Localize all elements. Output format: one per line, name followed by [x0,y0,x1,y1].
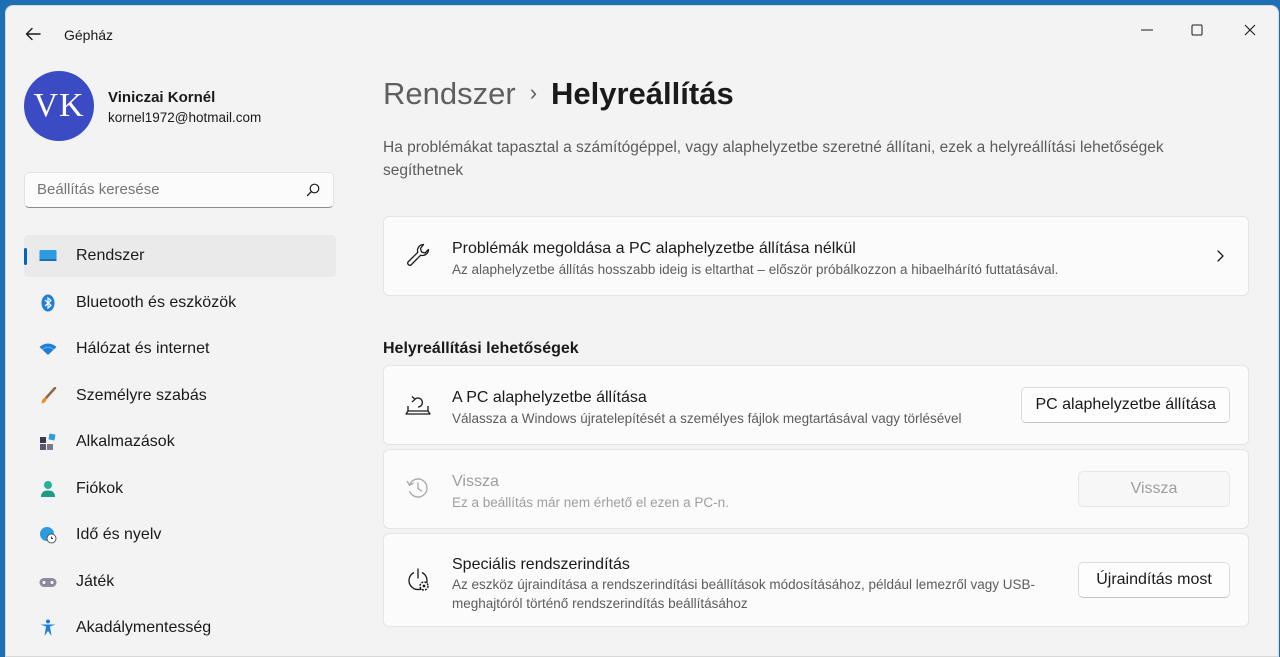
chevron-right-icon [1217,250,1224,262]
reset-pc-title: A PC alaphelyzetbe állítása [452,389,647,406]
sidebar-item-personalization[interactable]: Személyre szabás [24,375,336,417]
go-back-title: Vissza [452,473,499,490]
title-bar: Gépház [6,6,1278,62]
sidebar-item-system[interactable]: Rendszer [24,235,336,277]
sidebar-item-label: Bluetooth és eszközök [76,293,237,311]
accessibility-icon [40,619,56,636]
go-back-description: Ez a beállítás már nem érhető el ezen a … [452,495,729,510]
app-title: Gépház [64,27,114,43]
advanced-startup-description-line1: Az eszköz újraindítása a rendszerindítás… [452,577,1036,592]
sidebar-item-label: Alkalmazások [76,433,175,450]
search-icon[interactable] [305,182,321,198]
advanced-startup-card: Speciális rendszerindítás Az eszköz újra… [383,533,1249,627]
globe-clock-icon [40,527,57,544]
page-description: Ha problémákat tapasztal a számítógéppel… [383,139,1164,179]
sidebar-item-time-language[interactable]: Idő és nyelv [24,514,336,556]
go-back-card: Vissza Ez a beállítás már nem érhető el … [383,449,1249,529]
maximize-button[interactable] [1185,18,1209,42]
wifi-icon [39,343,57,355]
breadcrumb: Rendszer › Helyreállítás [383,76,734,112]
sidebar-item-accessibility[interactable]: Akadálymentesség [24,607,336,649]
sidebar-item-label: Játék [76,572,115,590]
user-email: kornel1972@hotmail.com [108,110,262,125]
sidebar-item-label: Fiókok [76,479,124,497]
sidebar-item-label: Személyre szabás [76,386,207,404]
reset-pc-icon [405,396,431,415]
sidebar-item-apps[interactable]: Alkalmazások [24,421,336,463]
minimize-icon [1141,29,1153,31]
troubleshoot-card[interactable]: Problémák megoldása a PC alaphelyzetbe á… [383,216,1249,296]
troubleshoot-description: Az alaphelyzetbe állítás hosszabb ideig … [452,262,1059,277]
advanced-startup-title: Speciális rendszerindítás [452,556,630,573]
sidebar-item-label: Idő és nyelv [76,526,162,543]
minimize-button[interactable] [1135,18,1159,42]
troubleshoot-title: Problémák megoldása a PC alaphelyzetbe á… [452,240,856,257]
search-input[interactable] [37,181,297,198]
sidebar-item-label: Rendszer [76,247,145,264]
sidebar-item-label: Hálózat és internet [76,340,210,357]
close-icon [1244,24,1256,36]
breadcrumb-parent[interactable]: Rendszer [383,76,516,111]
bluetooth-icon [41,294,55,311]
brush-icon [41,386,57,403]
sidebar-item-gaming[interactable]: Játék [24,561,336,603]
advanced-startup-icon [408,568,429,591]
user-name: Viniczai Kornél [108,89,216,106]
section-title: Helyreállítási lehetőségek [383,340,579,357]
wrench-icon [407,243,430,266]
avatar[interactable]: VK [24,71,94,141]
sidebar-item-network[interactable]: Hálózat és internet [24,328,336,370]
reset-pc-card: A PC alaphelyzetbe állítása Válassza a W… [383,365,1249,445]
close-button[interactable] [1238,18,1262,42]
breadcrumb-separator: › [529,80,538,105]
go-back-button[interactable]: Vissza [1078,471,1230,507]
back-button[interactable] [23,24,43,44]
gamepad-icon [39,577,57,587]
advanced-startup-description-line2: meghajtóról történő rendszerindítás beál… [452,596,748,611]
settings-window: Gépház VK Viniczai Kornél kornel1972@hot… [5,5,1279,657]
sidebar-item-label: Akadálymentesség [76,619,212,636]
arrow-left-icon [25,27,41,41]
maximize-icon [1191,24,1203,36]
sidebar-nav: Rendszer Bluetooth és eszközök Hálózat é… [24,235,336,654]
restart-now-button[interactable]: Újraindítás most [1078,562,1230,598]
page-title: Helyreállítás [551,76,734,111]
apps-icon [40,433,56,450]
sidebar-item-bluetooth[interactable]: Bluetooth és eszközök [24,282,336,324]
reset-pc-button[interactable]: PC alaphelyzetbe állítása [1021,387,1230,423]
person-icon [41,480,55,497]
sidebar-item-accounts[interactable]: Fiókok [24,468,336,510]
history-icon [406,478,428,498]
reset-pc-description: Válassza a Windows újratelepítését a sze… [452,411,962,426]
monitor-icon [39,250,57,261]
search-box[interactable] [24,172,334,208]
